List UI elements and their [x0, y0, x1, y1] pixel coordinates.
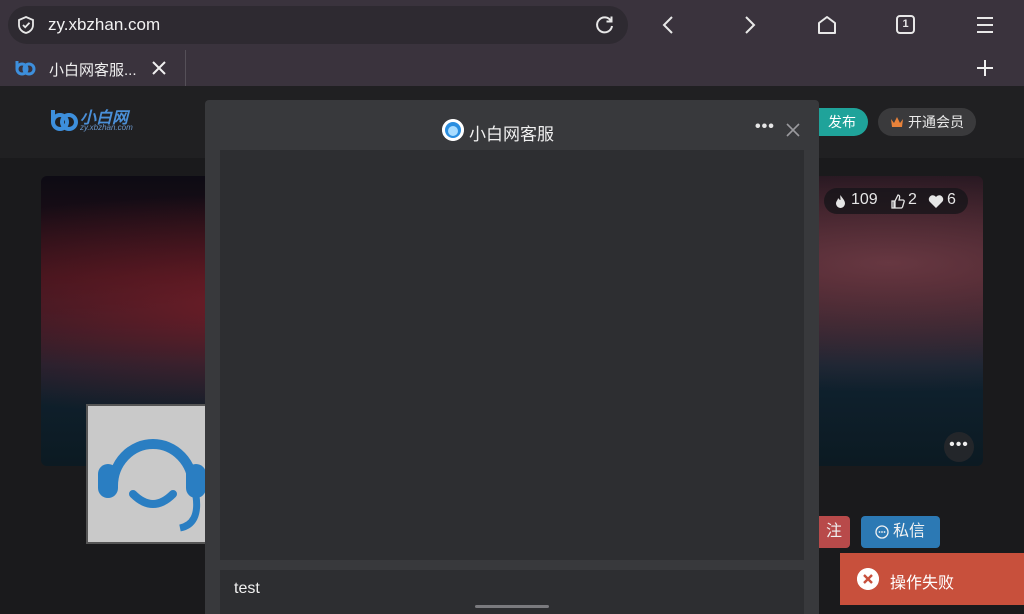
service-logo-icon — [442, 119, 464, 141]
tabs-icon[interactable]: 1 — [896, 15, 915, 34]
avatar[interactable] — [86, 404, 208, 544]
back-icon[interactable] — [658, 14, 680, 36]
vip-label: 开通会员 — [908, 114, 964, 130]
reload-icon[interactable] — [594, 14, 616, 36]
publish-label: 发布 — [828, 114, 856, 130]
logo-subtext: zy.xbzhan.com — [80, 123, 133, 132]
chat-message-area — [220, 150, 804, 560]
menu-icon[interactable] — [974, 14, 996, 36]
forward-icon[interactable] — [738, 14, 760, 36]
chat-icon — [875, 525, 889, 539]
crown-icon — [891, 117, 903, 127]
chat-input-value: test — [234, 580, 260, 597]
thumbs-up-icon — [891, 194, 905, 209]
vip-button[interactable]: 开通会员 — [878, 108, 976, 136]
favorite-count: 6 — [947, 191, 956, 208]
post-stats: 109 2 6 — [824, 188, 968, 214]
toast-message: 操作失败 — [890, 575, 955, 592]
follow-label: 注 — [825, 523, 842, 540]
more-options-icon[interactable]: ••• — [755, 118, 775, 136]
error-toast: 操作失败 — [840, 553, 1024, 605]
customer-service-dialog: 小白网客服 ••• test — [205, 100, 819, 614]
home-indicator — [475, 605, 549, 608]
plus-icon[interactable] — [974, 57, 996, 79]
heart-icon — [928, 195, 944, 208]
site-favicon-icon — [15, 61, 36, 76]
pm-label: 私信 — [893, 523, 926, 540]
logo-icon — [51, 110, 78, 131]
site-logo[interactable]: 小白网 zy.xbzhan.com — [50, 104, 140, 136]
shield-icon[interactable] — [16, 15, 36, 35]
close-icon[interactable] — [785, 122, 801, 138]
tab-title: 小白网客服... — [49, 62, 137, 79]
more-icon[interactable]: ••• — [944, 432, 974, 462]
error-icon — [857, 568, 879, 590]
browser-toolbar: zy.xbzhan.com 1 — [0, 0, 1024, 50]
like-count: 2 — [908, 191, 917, 208]
address-bar[interactable]: zy.xbzhan.com — [8, 6, 628, 44]
view-count: 109 — [851, 191, 878, 208]
close-icon[interactable] — [150, 59, 168, 77]
private-message-button[interactable]: 私信 — [861, 516, 940, 548]
home-icon[interactable] — [816, 14, 838, 36]
dialog-title: 小白网客服 — [469, 125, 554, 144]
tab-active[interactable]: 小白网客服... — [0, 50, 186, 86]
headset-icon — [88, 406, 206, 542]
flame-icon — [836, 195, 845, 208]
url-text[interactable]: zy.xbzhan.com — [48, 15, 160, 35]
tab-strip: 小白网客服... — [0, 50, 1024, 86]
